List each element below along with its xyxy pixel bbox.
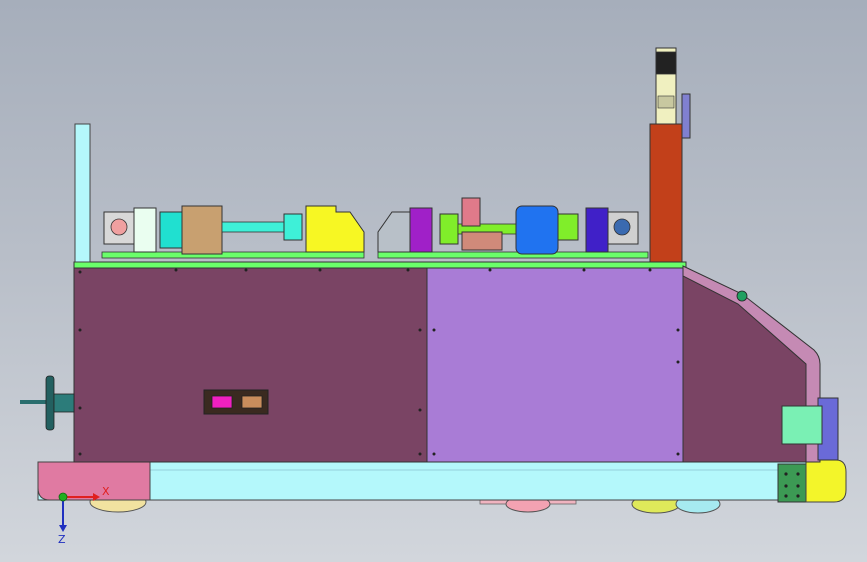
right-mechanism[interactable] (377, 197, 649, 259)
z-axis-label: Z (58, 533, 66, 546)
right-side-panel[interactable] (426, 267, 684, 463)
light-tower[interactable] (655, 47, 677, 125)
left-post[interactable] (74, 123, 91, 263)
top-plate[interactable] (73, 261, 687, 269)
cad-model-drawing[interactable]: X Z (0, 0, 867, 562)
left-mechanism[interactable] (101, 205, 365, 259)
cad-viewport[interactable]: X Z (0, 0, 867, 562)
chassis-base[interactable] (37, 461, 823, 501)
tall-column[interactable] (649, 123, 683, 263)
left-side-panel[interactable] (73, 267, 428, 463)
handwheel-icon[interactable] (20, 375, 75, 431)
hood-button[interactable] (736, 290, 748, 302)
tower-handle[interactable] (681, 93, 691, 139)
x-axis-label: X (102, 485, 110, 498)
rear-bumper[interactable] (777, 459, 847, 503)
y-axis-dot (58, 492, 68, 502)
control-box-icon[interactable] (203, 389, 269, 415)
